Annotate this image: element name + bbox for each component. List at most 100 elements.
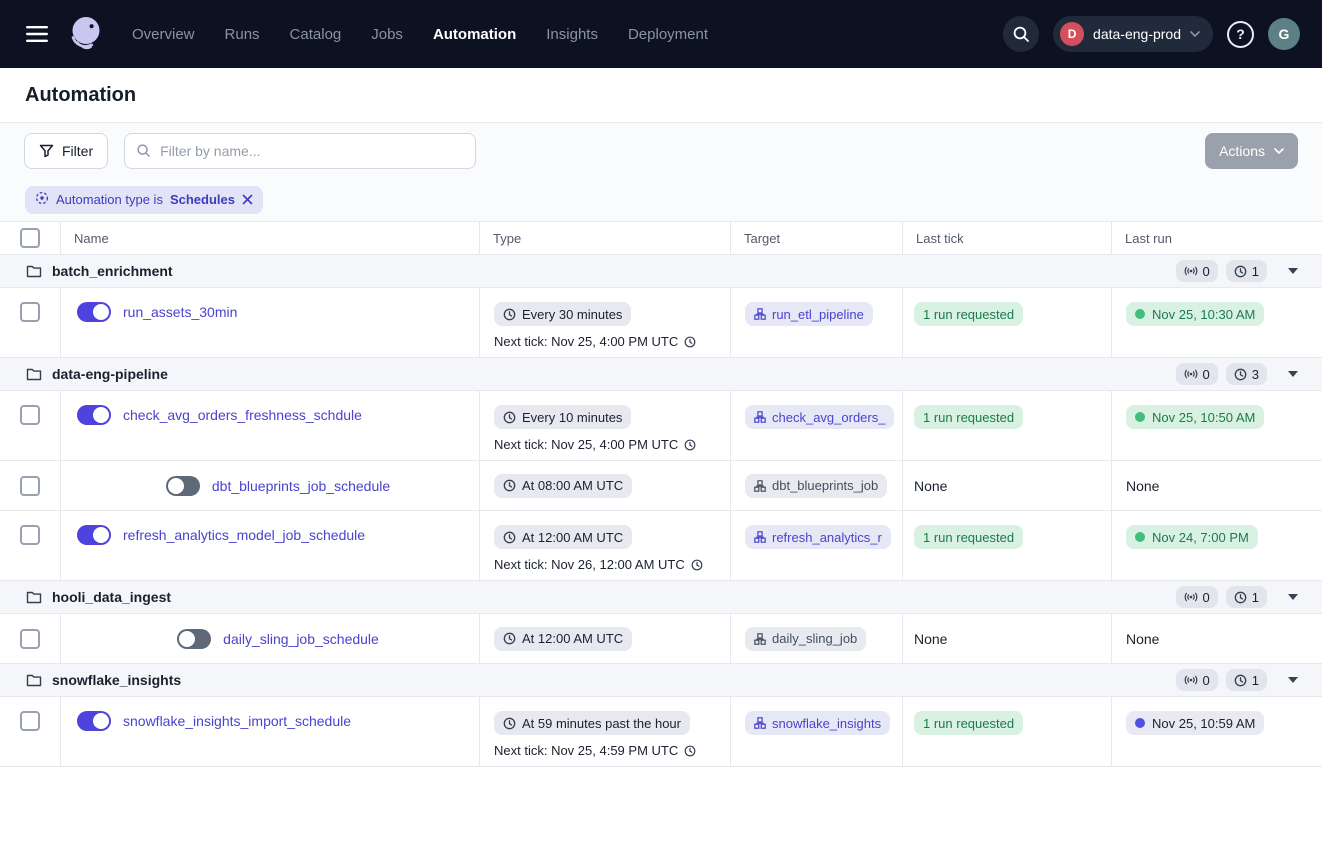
group-header-row[interactable]: data-eng-pipeline 0 3 — [0, 358, 1322, 391]
code-location-group: data-eng-pipeline 0 3 — [0, 358, 1322, 581]
nav-item-catalog[interactable]: Catalog — [290, 26, 342, 43]
close-icon[interactable] — [242, 194, 253, 205]
row-select-cell — [0, 391, 61, 460]
last-tick-cell: 1 run requested — [903, 391, 1112, 460]
target-cell: snowflake_insights — [731, 697, 903, 766]
clock-icon — [503, 531, 516, 544]
schedule-name-link[interactable]: daily_sling_job_schedule — [223, 629, 379, 649]
schedule-toggle[interactable] — [177, 629, 211, 649]
schedule-name-link[interactable]: dbt_blueprints_job_schedule — [212, 476, 390, 496]
help-icon[interactable]: ? — [1227, 21, 1254, 48]
search-icon[interactable] — [1003, 16, 1039, 52]
nav-item-insights[interactable]: Insights — [546, 26, 598, 43]
sensor-count: 0 — [1203, 264, 1210, 279]
automation-type-filter-tag[interactable]: Automation type is Schedules — [25, 186, 263, 214]
clock-icon — [684, 745, 696, 757]
nav-item-deployment[interactable]: Deployment — [628, 26, 708, 43]
target-tag[interactable]: check_avg_orders_ — [745, 405, 894, 429]
next-tick-label: Next tick: Nov 25, 4:59 PM UTC — [494, 743, 678, 758]
schedule-type-badge: At 12:00 AM UTC — [494, 525, 632, 549]
last-tick-badge: 1 run requested — [914, 525, 1023, 549]
menu-icon[interactable] — [22, 22, 52, 46]
clock-icon — [684, 439, 696, 451]
avatar[interactable]: G — [1268, 18, 1300, 50]
row-checkbox[interactable] — [20, 405, 40, 425]
schedule-count: 1 — [1252, 264, 1259, 279]
actions-button[interactable]: Actions — [1205, 133, 1298, 169]
schedule-toggle[interactable] — [77, 405, 111, 425]
group-header-row[interactable]: batch_enrichment 0 1 — [0, 255, 1322, 288]
filter-by-name-input[interactable] — [124, 133, 476, 169]
nav-item-automation[interactable]: Automation — [433, 26, 516, 43]
filter-tag-value: Schedules — [170, 192, 235, 207]
row-checkbox[interactable] — [20, 525, 40, 545]
schedule-toggle[interactable] — [77, 525, 111, 545]
sensor-count: 0 — [1203, 590, 1210, 605]
collapse-caret-icon[interactable] — [1288, 677, 1298, 683]
schedule-name-link[interactable]: snowflake_insights_import_schedule — [123, 711, 351, 731]
table-body: batch_enrichment 0 1 — [0, 255, 1322, 767]
row-checkbox[interactable] — [20, 711, 40, 731]
deployment-switcher[interactable]: D data-eng-prod — [1053, 16, 1213, 52]
filter-button[interactable]: Filter — [24, 133, 108, 169]
schedule-name-link[interactable]: check_avg_orders_freshness_schdule — [123, 405, 362, 425]
last-run-badge[interactable]: Nov 25, 10:50 AM — [1126, 405, 1264, 429]
group-header-row[interactable]: snowflake_insights 0 1 — [0, 664, 1322, 697]
nav-item-jobs[interactable]: Jobs — [371, 26, 403, 43]
name-cell: snowflake_insights_import_schedule — [61, 697, 480, 766]
page-header: Automation — [0, 68, 1322, 123]
collapse-caret-icon[interactable] — [1288, 594, 1298, 600]
schedule-type-badge: Every 10 minutes — [494, 405, 631, 429]
last-run-label: Nov 24, 7:00 PM — [1152, 530, 1249, 545]
schedule-name-link[interactable]: run_assets_30min — [123, 302, 237, 322]
search-input-icon — [136, 143, 151, 163]
row-checkbox[interactable] — [20, 629, 40, 649]
target-cell: refresh_analytics_r — [731, 511, 903, 580]
target-tag[interactable]: run_etl_pipeline — [745, 302, 873, 326]
schedule-count: 1 — [1252, 673, 1259, 688]
row-checkbox[interactable] — [20, 476, 40, 496]
run-status-dot-icon — [1135, 309, 1145, 319]
target-label: check_avg_orders_ — [772, 410, 885, 425]
table-row: check_avg_orders_freshness_schdule Every… — [0, 391, 1322, 461]
group-header-row[interactable]: hooli_data_ingest 0 1 — [0, 581, 1322, 614]
last-run-badge[interactable]: Nov 24, 7:00 PM — [1126, 525, 1258, 549]
nav-item-runs[interactable]: Runs — [225, 26, 260, 43]
run-status-dot-icon — [1135, 412, 1145, 422]
last-run-badge[interactable]: Nov 25, 10:30 AM — [1126, 302, 1264, 326]
last-run-badge[interactable]: Nov 25, 10:59 AM — [1126, 711, 1264, 735]
schedule-type-badge: At 08:00 AM UTC — [494, 474, 632, 498]
sensor-count-badge: 0 — [1176, 363, 1218, 385]
target-tag[interactable]: snowflake_insights — [745, 711, 890, 735]
last-run-cell: Nov 24, 7:00 PM — [1112, 511, 1322, 580]
target-tag[interactable]: daily_sling_job — [745, 627, 866, 651]
schedule-count-badge: 1 — [1226, 669, 1267, 691]
schedule-name-link[interactable]: refresh_analytics_model_job_schedule — [123, 525, 365, 545]
nav-right-cluster: D data-eng-prod ? G — [1003, 16, 1300, 52]
schedule-toggle[interactable] — [77, 302, 111, 322]
name-cell: dbt_blueprints_job_schedule — [61, 461, 480, 510]
collapse-caret-icon[interactable] — [1288, 371, 1298, 377]
job-graph-icon — [754, 411, 766, 423]
chevron-down-icon — [1190, 31, 1200, 37]
collapse-caret-icon[interactable] — [1288, 268, 1298, 274]
row-select-cell — [0, 697, 61, 766]
target-tag[interactable]: refresh_analytics_r — [745, 525, 891, 549]
dagster-logo-icon[interactable] — [66, 14, 106, 54]
clock-icon — [503, 717, 516, 730]
type-cell: At 12:00 AM UTC Next tick: Nov 26, 12:00… — [480, 511, 731, 580]
nav-item-overview[interactable]: Overview — [132, 26, 195, 43]
clock-icon — [684, 336, 696, 348]
column-header-last-tick: Last tick — [903, 222, 1112, 254]
select-all-checkbox[interactable] — [20, 228, 40, 248]
group-rows: daily_sling_job_schedule At 12:00 AM UTC… — [0, 614, 1322, 664]
job-graph-icon — [754, 633, 766, 645]
deployment-badge: D — [1060, 22, 1084, 46]
schedule-toggle[interactable] — [166, 476, 200, 496]
sensor-count: 0 — [1203, 673, 1210, 688]
schedule-toggle[interactable] — [77, 711, 111, 731]
target-tag[interactable]: dbt_blueprints_job — [745, 474, 887, 498]
clock-icon — [503, 479, 516, 492]
row-checkbox[interactable] — [20, 302, 40, 322]
deployment-name: data-eng-prod — [1093, 26, 1181, 42]
